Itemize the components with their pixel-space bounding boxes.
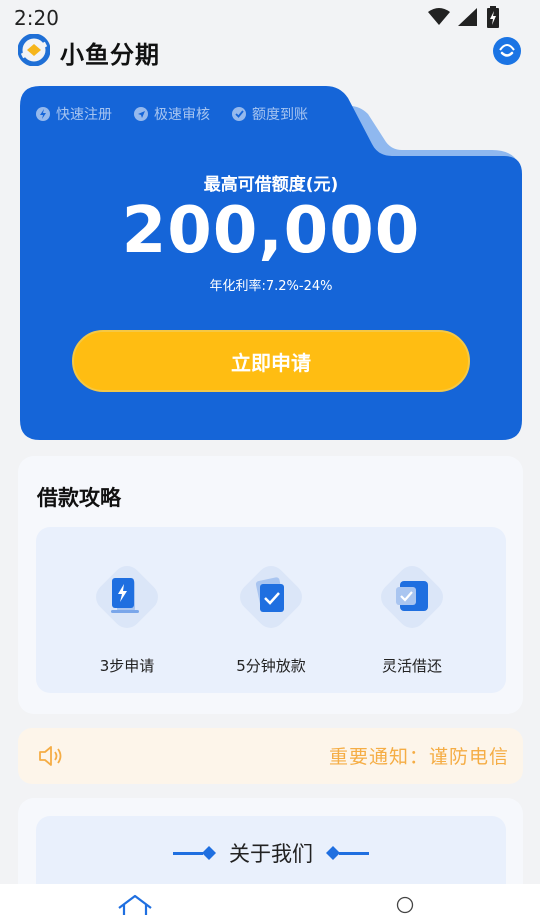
check-circle-icon xyxy=(232,107,246,121)
credit-limit-label: 最高可借额度(元) xyxy=(203,175,339,195)
status-bar: 2:20 xyxy=(0,0,540,34)
guide-step[interactable]: 5分钟放款 xyxy=(201,557,341,676)
feature-tag: 额度到账 xyxy=(232,104,308,124)
guide-step-label: 灵活借还 xyxy=(381,657,442,675)
bottom-navigation xyxy=(0,884,540,915)
status-icons xyxy=(428,6,500,28)
about-us-title: 关于我们 xyxy=(229,842,313,866)
battery-icon xyxy=(487,6,499,28)
feature-tag-label: 额度到账 xyxy=(252,107,308,123)
guide-step[interactable]: 灵活借还 xyxy=(342,557,482,676)
credit-limit-card: 快速注册 极速审核 额度到账 最高可借额度(元) 200,000 年化利率:7.… xyxy=(20,86,522,440)
notice-text: 重要通知：谨防电信 xyxy=(329,746,510,768)
feature-tags: 快速注册 极速审核 额度到账 xyxy=(36,104,308,124)
signal-icon xyxy=(458,8,477,26)
guide-step-label: 5分钟放款 xyxy=(236,657,306,675)
profile-icon[interactable] xyxy=(396,896,414,914)
guide-step-label: 3步申请 xyxy=(99,657,155,675)
home-icon[interactable] xyxy=(116,894,154,915)
loan-guide-steps: 3步申请 5分钟放款 灵活借还 xyxy=(36,527,506,693)
notice-bar[interactable]: 重要通知：谨防电信 xyxy=(18,728,523,784)
customer-service-icon[interactable] xyxy=(492,36,522,66)
feature-tag: 快速注册 xyxy=(36,104,112,124)
app-header: 小鱼分期 xyxy=(0,32,540,72)
status-time: 2:20 xyxy=(14,6,59,30)
feature-tag-label: 快速注册 xyxy=(56,107,112,123)
card-check-icon xyxy=(381,566,443,628)
diamond-line-left-icon xyxy=(173,846,216,860)
wifi-icon xyxy=(428,8,450,25)
loan-guide-card: 借款攻略 3步申请 5分钟放款 灵活借还 xyxy=(18,456,523,714)
send-icon xyxy=(134,107,148,121)
feature-tag: 极速审核 xyxy=(134,104,210,124)
apply-now-button[interactable]: 立即申请 xyxy=(72,330,470,392)
interest-rate: 年化利率:7.2%-24% xyxy=(209,279,333,294)
guide-step[interactable]: 3步申请 xyxy=(57,557,197,676)
fish-logo-icon xyxy=(18,34,50,66)
check-doc-icon xyxy=(240,566,302,628)
credit-limit-amount: 200,000 xyxy=(121,194,421,268)
diamond-line-right-icon xyxy=(326,846,369,860)
feature-tag-label: 极速审核 xyxy=(154,107,210,123)
lightning-doc-icon xyxy=(96,566,158,628)
lightning-icon xyxy=(36,107,50,121)
loan-guide-title: 借款攻略 xyxy=(37,486,121,510)
about-us-title-row: 关于我们 xyxy=(36,838,506,868)
app-title: 小鱼分期 xyxy=(60,41,160,69)
speaker-icon xyxy=(39,746,62,766)
